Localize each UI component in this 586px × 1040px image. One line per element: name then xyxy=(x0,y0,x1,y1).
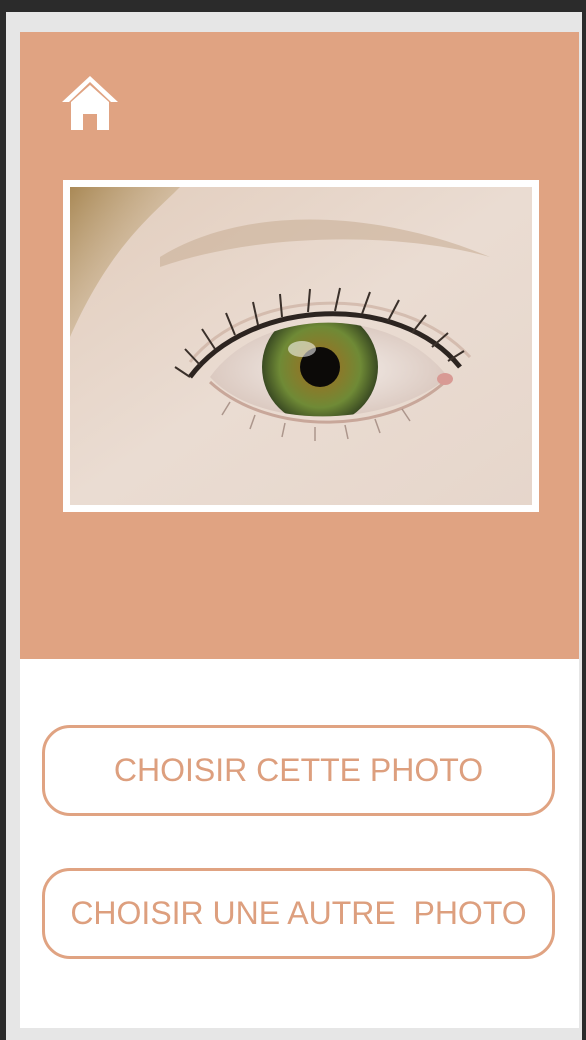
eye-photo xyxy=(70,187,532,505)
choose-this-photo-button[interactable]: CHOISIR CETTE PHOTO xyxy=(42,725,555,816)
photo-preview-panel xyxy=(20,32,579,659)
choose-another-photo-button[interactable]: CHOISIR UNE AUTRE PHOTO xyxy=(42,868,555,959)
home-icon[interactable] xyxy=(58,72,122,136)
app-screen: CHOISIR CETTE PHOTO CHOISIR UNE AUTRE PH… xyxy=(20,32,579,1028)
device-frame: CHOISIR CETTE PHOTO CHOISIR UNE AUTRE PH… xyxy=(6,12,582,1040)
photo-frame xyxy=(63,180,539,512)
